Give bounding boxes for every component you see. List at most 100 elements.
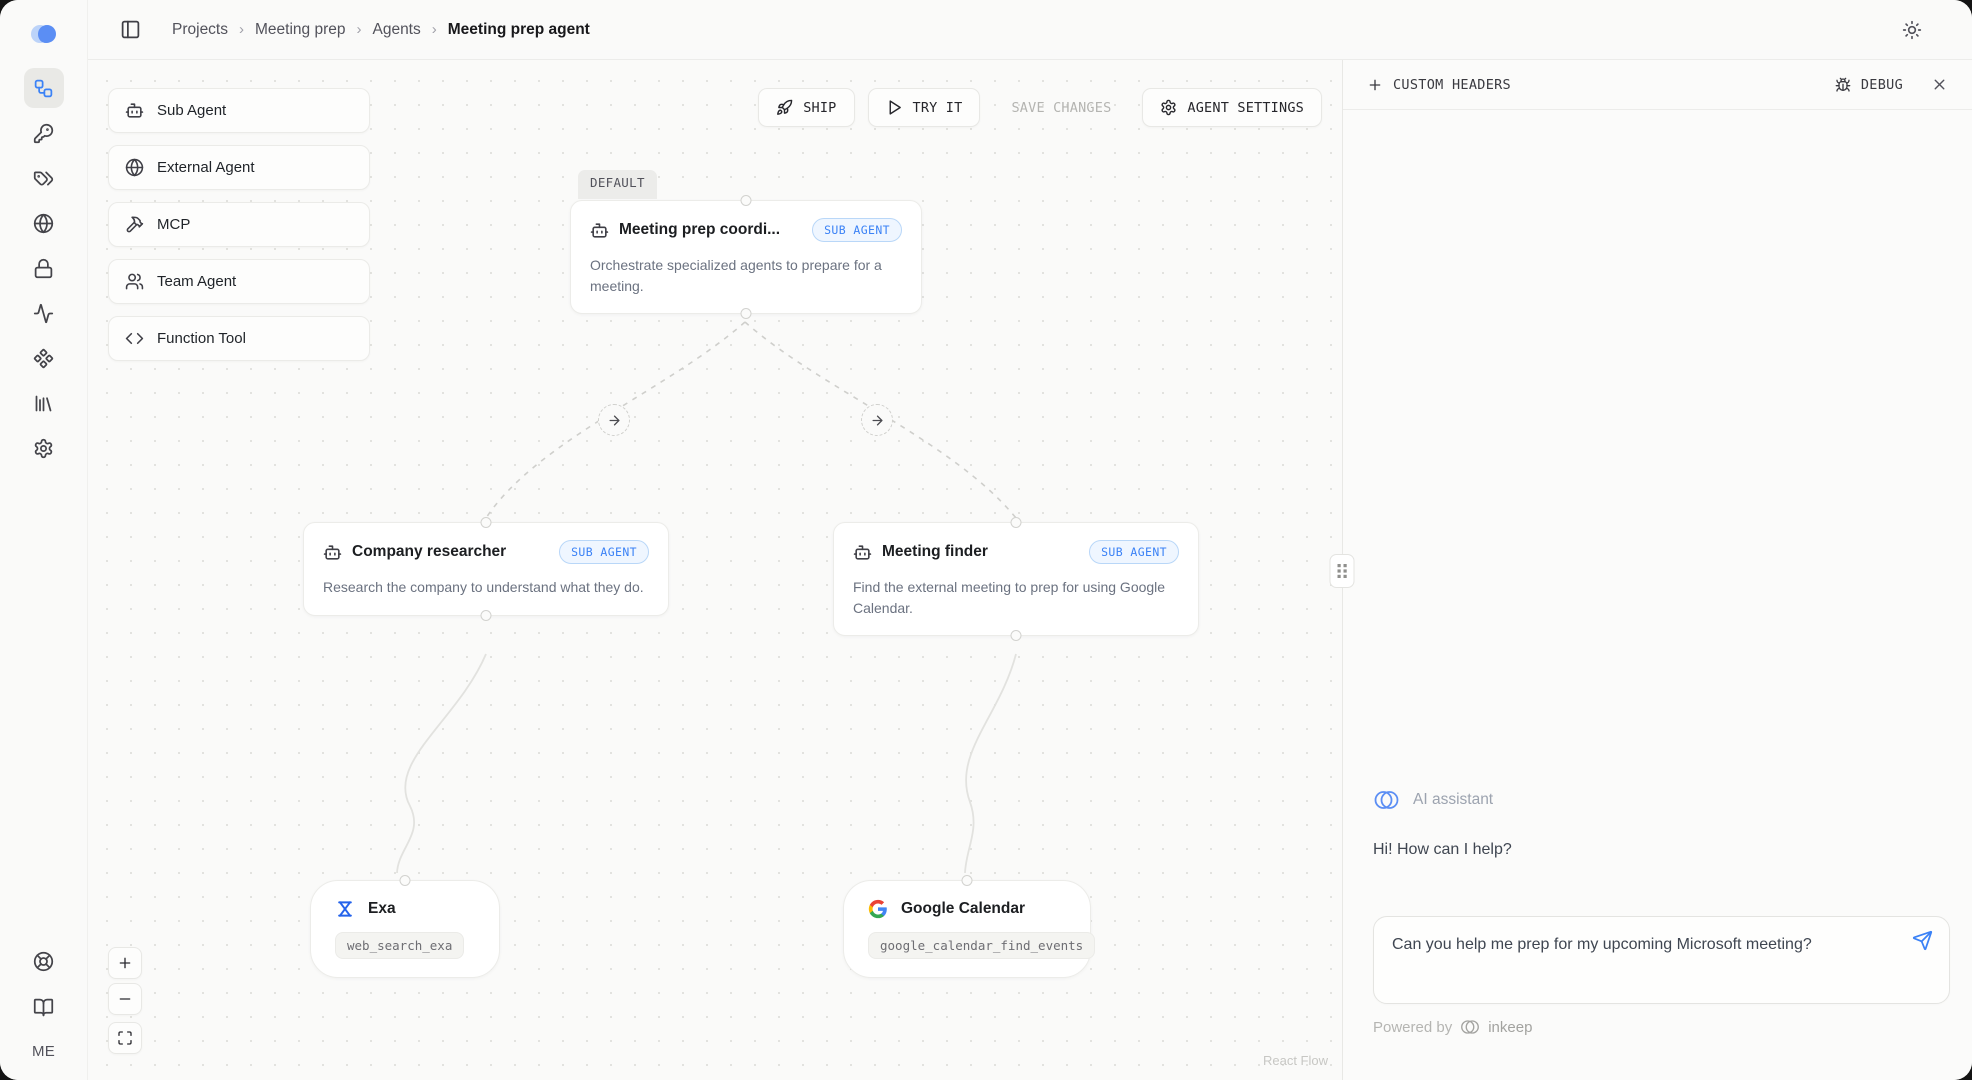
sidebar-item-api-keys[interactable] (24, 113, 64, 153)
breadcrumb-projects[interactable]: Projects (172, 21, 228, 39)
zoom-out-button[interactable] (108, 983, 142, 1015)
custom-headers-label: CUSTOM HEADERS (1393, 77, 1511, 93)
palette-item-label: Team Agent (157, 273, 236, 290)
inkeep-logo[interactable] (27, 20, 61, 48)
gear-icon (1160, 99, 1177, 116)
palette-item-mcp[interactable]: MCP (108, 202, 370, 247)
close-panel-button[interactable] (1931, 76, 1948, 93)
node-company-researcher[interactable]: Company researcher SUB AGENT Research th… (303, 522, 669, 616)
edge-arrow-marker (598, 404, 630, 436)
rail-nav (24, 68, 64, 468)
chat-panel-header: CUSTOM HEADERS DEBUG (1343, 60, 1972, 110)
palette-item-function-tool[interactable]: Function Tool (108, 316, 370, 361)
save-changes-button[interactable]: SAVE CHANGES (993, 88, 1129, 127)
sidebar-item-traces[interactable] (24, 293, 64, 333)
node-google-calendar-tool[interactable]: Google Calendar google_calendar_find_eve… (843, 880, 1091, 978)
palette-item-label: Function Tool (157, 330, 246, 347)
plus-icon (117, 955, 133, 971)
save-changes-label: SAVE CHANGES (1011, 100, 1111, 116)
palette-item-team-agent[interactable]: Team Agent (108, 259, 370, 304)
key-icon (33, 123, 54, 144)
inkeep-logo-icon (27, 20, 61, 48)
breadcrumb-agents[interactable]: Agents (372, 21, 420, 39)
breadcrumb-project[interactable]: Meeting prep (255, 21, 345, 39)
sidebar-item-credentials[interactable] (24, 158, 64, 198)
sidebar-item-auth[interactable] (24, 248, 64, 288)
agent-settings-label: AGENT SETTINGS (1187, 100, 1304, 116)
zoom-in-button[interactable] (108, 947, 142, 979)
panel-toggle-button[interactable] (120, 19, 141, 40)
node-exa-tool[interactable]: Exa web_search_exa (310, 880, 500, 978)
react-flow-attribution[interactable]: React Flow (1263, 1053, 1328, 1068)
rail-bottom: ME (24, 941, 64, 1064)
app-window: ME Projects › Meeting prep › Agents › Me… (0, 0, 1972, 1080)
tags-icon (33, 168, 54, 189)
sidebar-item-graph[interactable] (24, 68, 64, 108)
try-it-label: TRY IT (913, 100, 963, 116)
node-handle-top[interactable] (400, 875, 411, 886)
sidebar-item-library[interactable] (24, 383, 64, 423)
node-palette: Sub Agent External Agent MCP Team Agent … (108, 88, 370, 361)
breadcrumb-separator: › (354, 21, 363, 38)
docs-button[interactable] (24, 987, 64, 1027)
gear-icon (33, 438, 54, 459)
assistant-label: AI assistant (1413, 791, 1493, 809)
exa-logo-icon (335, 899, 355, 919)
assistant-header: AI assistant (1373, 788, 1950, 812)
workflow-icon (33, 78, 54, 99)
custom-headers-button[interactable]: CUSTOM HEADERS (1367, 77, 1511, 93)
ship-label: SHIP (803, 100, 836, 116)
rocket-icon (776, 99, 793, 116)
node-handle-top[interactable] (481, 517, 492, 528)
palette-item-label: Sub Agent (157, 102, 226, 119)
theme-toggle-button[interactable] (1902, 20, 1922, 40)
flow-canvas[interactable]: Sub Agent External Agent MCP Team Agent … (88, 60, 1342, 1080)
palette-item-external-agent[interactable]: External Agent (108, 145, 370, 190)
powered-by-link[interactable]: Powered by inkeep (1373, 1018, 1950, 1036)
library-icon (33, 393, 54, 414)
node-handle-bottom[interactable] (481, 610, 492, 621)
send-button[interactable] (1912, 930, 1933, 951)
node-handle-top[interactable] (962, 875, 973, 886)
try-it-button[interactable]: TRY IT (868, 88, 981, 127)
breadcrumb: Projects › Meeting prep › Agents › Meeti… (172, 21, 590, 39)
palette-item-sub-agent[interactable]: Sub Agent (108, 88, 370, 133)
node-meeting-prep-coordinator[interactable]: Meeting prep coordi... SUB AGENT Orchest… (570, 200, 922, 314)
sidebar-item-external[interactable] (24, 203, 64, 243)
breadcrumb-separator: › (430, 21, 439, 38)
debug-button[interactable]: DEBUG (1835, 77, 1903, 93)
node-handle-bottom[interactable] (1011, 630, 1022, 641)
tool-name-tag: web_search_exa (335, 932, 464, 959)
breadcrumb-separator: › (237, 21, 246, 38)
help-button[interactable] (24, 941, 64, 981)
chat-input[interactable]: Can you help me prep for my upcoming Mic… (1392, 932, 1883, 986)
sub-agent-badge: SUB AGENT (559, 540, 649, 564)
bot-icon (590, 221, 609, 240)
arrow-right-icon (870, 413, 885, 428)
node-title: Google Calendar (901, 900, 1025, 918)
play-icon (886, 99, 903, 116)
ship-button[interactable]: SHIP (758, 88, 854, 127)
inkeep-assistant-icon (1373, 788, 1400, 812)
node-handle-top[interactable] (741, 195, 752, 206)
panel-resize-handle[interactable] (1330, 554, 1355, 588)
node-handle-top[interactable] (1011, 517, 1022, 528)
palette-item-label: MCP (157, 216, 190, 233)
sidebar-item-components[interactable] (24, 338, 64, 378)
node-title: Company researcher (352, 543, 506, 561)
agent-settings-button[interactable]: AGENT SETTINGS (1142, 88, 1322, 127)
fit-view-button[interactable] (108, 1022, 142, 1054)
avatar[interactable]: ME (32, 1033, 55, 1064)
chat-input-container: Can you help me prep for my upcoming Mic… (1373, 916, 1950, 1004)
panel-left-icon (120, 19, 141, 40)
canvas-toolbar: SHIP TRY IT SAVE CHANGES AGENT SETTINGS (758, 88, 1322, 127)
node-handle-bottom[interactable] (741, 308, 752, 319)
breadcrumb-current: Meeting prep agent (448, 21, 590, 39)
sidebar-item-settings[interactable] (24, 428, 64, 468)
code-icon (125, 329, 144, 348)
sun-icon (1902, 20, 1922, 40)
node-meeting-finder[interactable]: Meeting finder SUB AGENT Find the extern… (833, 522, 1199, 636)
bot-icon (125, 101, 144, 120)
close-icon (1931, 76, 1948, 93)
bot-icon (323, 543, 342, 562)
